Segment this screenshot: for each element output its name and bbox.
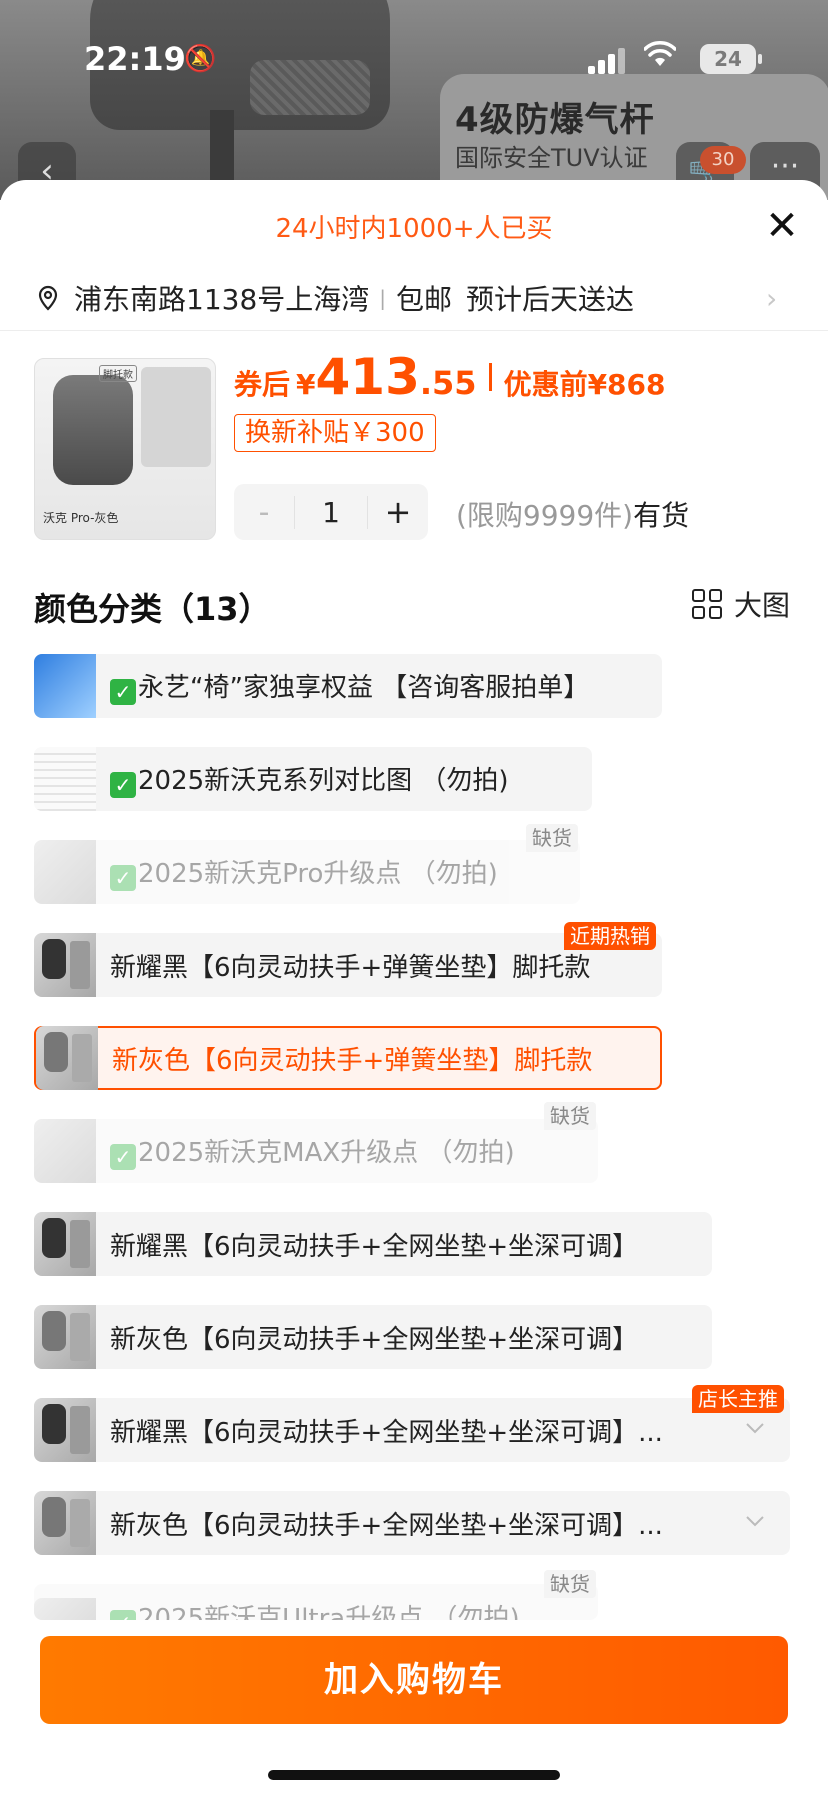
currency-symbol: ¥: [296, 368, 316, 401]
option-label: 新耀黑【6向灵动扶手+弹簧坐垫】脚托款: [110, 952, 591, 983]
feature-card-title: 4级防爆气杆: [455, 100, 655, 140]
trade-in-subsidy-badge: 换新补贴￥300: [234, 414, 436, 452]
purchase-limit: (限购9999件): [456, 499, 634, 532]
big-view-toggle[interactable]: 大图: [692, 584, 790, 624]
option-label: 永艺“椅”家独享权益 【咨询客服拍单】: [138, 673, 590, 703]
option-label: 新灰色【6向灵动扶手+弹簧坐垫】脚托款: [112, 1045, 593, 1076]
add-to-cart-button[interactable]: 加入购物车: [40, 1636, 788, 1724]
sku-option-out-of-stock[interactable]: ✓ 2025新沃克MAX升级点 （勿拍): [34, 1119, 598, 1183]
option-thumbnail: [34, 933, 96, 997]
battery-indicator: 24: [700, 44, 762, 74]
option-thumbnail: [34, 654, 96, 718]
sku-option-out-of-stock[interactable]: ✓2025新沃克Ultra升级点 （勿拍): [34, 1584, 598, 1620]
chair-mesh-image: [250, 60, 370, 115]
address-text: 浦东南路1138号上海湾: [74, 283, 370, 316]
wifi-icon: [643, 40, 677, 76]
home-indicator: [268, 1770, 560, 1780]
decrease-quantity-button[interactable]: -: [234, 495, 294, 530]
sku-option[interactable]: 新灰色【6向灵动扶手+全网坐垫+坐深可调】: [34, 1305, 712, 1369]
color-category-title: 颜色分类（13）: [34, 590, 271, 628]
out-of-stock-badge: 缺货: [544, 1102, 596, 1130]
shipping-text: 包邮: [396, 283, 453, 316]
green-check-icon: ✓: [110, 1610, 136, 1620]
sku-option[interactable]: ✓ 2025新沃克系列对比图 （勿拍): [34, 747, 592, 811]
product-thumbnail[interactable]: 脚托款 沃克 Pro-灰色: [34, 358, 216, 540]
price-label: 券后: [234, 368, 291, 401]
thumbnail-tag: 脚托款: [99, 365, 137, 382]
delivery-estimate-text: 预计后天送达: [466, 283, 635, 316]
hot-seller-badge: 近期热销: [564, 922, 656, 950]
chevron-right-icon: ›: [766, 282, 778, 315]
thumbnail-caption: 沃克 Pro-灰色: [43, 511, 119, 525]
close-button[interactable]: ✕: [760, 204, 804, 248]
sku-option-out-of-stock[interactable]: ✓ 2025新沃克Pro升级点 （勿拍): [34, 840, 580, 904]
option-thumbnail: [34, 840, 96, 904]
mute-bell-icon: 🔕: [184, 44, 217, 74]
option-thumbnail: [34, 1119, 96, 1183]
price-divider: [488, 363, 492, 391]
sku-option-expandable[interactable]: 新耀黑【6向灵动扶手+全网坐垫+坐深可调】...: [34, 1398, 790, 1462]
cart-count-badge: 30: [700, 146, 746, 174]
screen: 4级防爆气杆 国际安全TUV认证 ‹ 🛒 30 ··· 22:19 🔕 24 2…: [0, 0, 828, 1796]
out-of-stock-badge: 缺货: [544, 1570, 596, 1598]
grid-icon: [692, 589, 722, 619]
price-row: 券后 ¥ 413 .55 优惠前 ¥868: [234, 348, 666, 406]
manager-pick-badge: 店长主推: [692, 1385, 784, 1413]
price-integer: 413: [315, 348, 420, 406]
sku-option[interactable]: 新耀黑【6向灵动扶手+全网坐垫+坐深可调】: [34, 1212, 712, 1276]
sku-option-expandable[interactable]: 新灰色【6向灵动扶手+全网坐垫+坐深可调】...: [34, 1491, 790, 1555]
option-label: 2025新沃克Pro升级点 （勿拍): [138, 859, 498, 889]
green-check-icon: ✓: [110, 1144, 136, 1170]
out-of-stock-badge: 缺货: [526, 824, 578, 852]
quantity-value[interactable]: 1: [294, 495, 368, 529]
stock-info: (限购9999件)有货: [456, 494, 689, 534]
location-pin-icon: [34, 284, 62, 312]
big-view-label: 大图: [734, 589, 791, 622]
option-label: 2025新沃克系列对比图 （勿拍): [138, 766, 509, 796]
feature-panel-image: [141, 367, 211, 467]
option-thumbnail: [34, 1212, 96, 1276]
feature-card-subtitle: 国际安全TUV认证: [455, 144, 648, 172]
recent-sales-text: 24小时内1000+人已买: [275, 214, 553, 244]
availability-text: 有货: [633, 499, 690, 532]
option-label: 2025新沃克MAX升级点 （勿拍): [138, 1138, 515, 1168]
option-thumbnail: [34, 747, 96, 811]
chevron-down-icon: [744, 1416, 766, 1441]
address-divider: |: [379, 286, 387, 310]
green-check-icon: ✓: [110, 772, 136, 798]
increase-quantity-button[interactable]: +: [368, 493, 428, 531]
sku-selection-sheet: 24小时内1000+人已买 ✕ 浦东南路1138号上海湾 | 包邮 预计后天送达…: [0, 180, 828, 1796]
option-label: 2025新沃克Ultra升级点 （勿拍): [138, 1604, 520, 1620]
quantity-stepper: - 1 +: [234, 484, 428, 540]
green-check-icon: ✓: [110, 679, 136, 705]
cellular-signal-icon: [588, 46, 628, 74]
chair-image: [53, 375, 133, 485]
option-thumbnail: [34, 1305, 96, 1369]
option-thumbnail: [34, 1598, 96, 1620]
green-check-icon: ✓: [110, 865, 136, 891]
status-time: 22:19: [84, 40, 186, 78]
option-thumbnail: [36, 1026, 98, 1090]
option-thumbnail: [34, 1398, 96, 1462]
chevron-down-icon: [744, 1509, 766, 1534]
option-label: 新耀黑【6向灵动扶手+全网坐垫+坐深可调】...: [110, 1417, 663, 1448]
option-thumbnail: [34, 1491, 96, 1555]
option-label: 新耀黑【6向灵动扶手+全网坐垫+坐深可调】: [110, 1231, 639, 1262]
chair-base-image: [210, 110, 234, 180]
delivery-address-row[interactable]: 浦东南路1138号上海湾 | 包邮 预计后天送达: [34, 276, 794, 320]
product-page-backdrop: 4级防爆气杆 国际安全TUV认证 ‹ 🛒 30 ···: [0, 0, 828, 200]
price-decimal: .55: [419, 364, 477, 402]
sku-option-selected[interactable]: 新灰色【6向灵动扶手+弹簧坐垫】脚托款: [34, 1026, 662, 1090]
original-price-label: 优惠前: [503, 368, 588, 401]
option-label: 新灰色【6向灵动扶手+全网坐垫+坐深可调】: [110, 1324, 639, 1355]
divider: [0, 330, 828, 331]
original-price: ¥868: [587, 368, 666, 401]
option-label: 新灰色【6向灵动扶手+全网坐垫+坐深可调】...: [110, 1510, 663, 1541]
sku-option[interactable]: ✓ 永艺“椅”家独享权益 【咨询客服拍单】: [34, 654, 662, 718]
